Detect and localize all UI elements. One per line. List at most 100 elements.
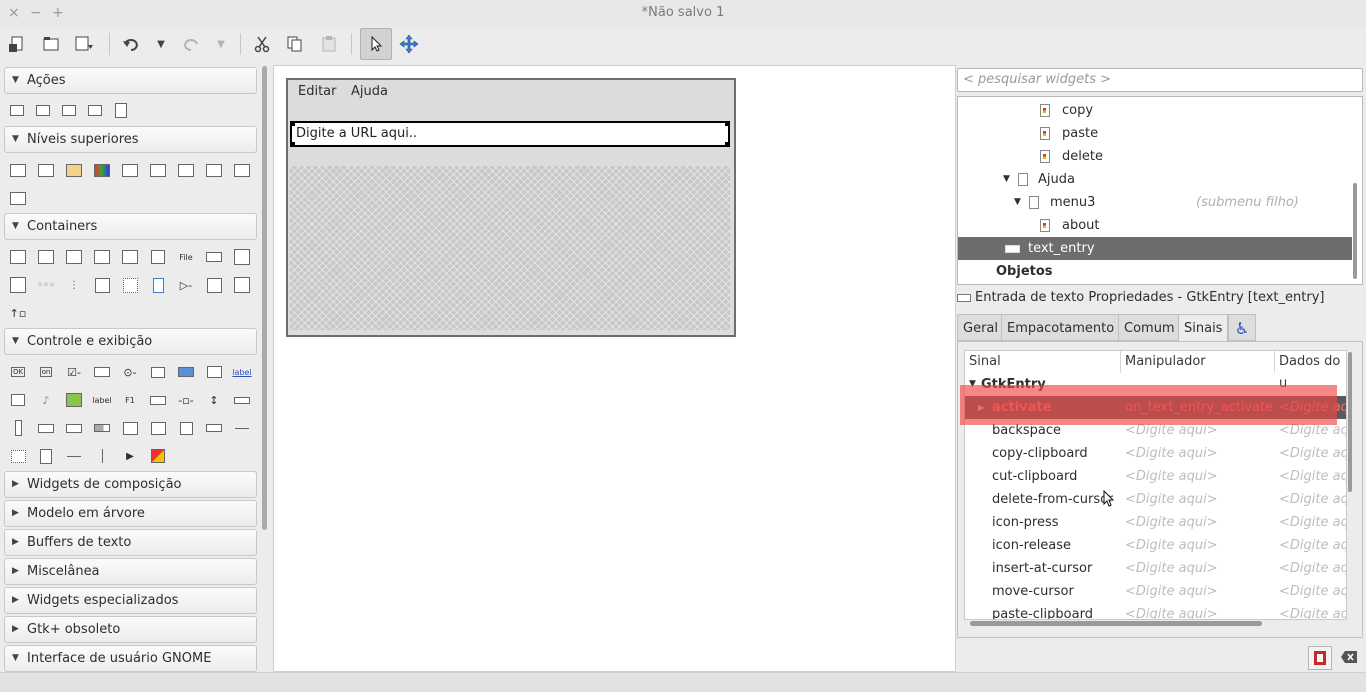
event-box-icon[interactable] [149,277,167,293]
expander-open-icon[interactable]: ▼ [1003,168,1010,191]
toggle-button-icon[interactable]: on [37,364,55,380]
clear-icon[interactable] [1338,646,1360,668]
widget-tree[interactable]: copy paste delete ▼ Ajuda ▼ menu3 (subme… [957,96,1363,285]
alignment-icon[interactable] [205,277,223,293]
text-view-icon[interactable] [121,420,139,436]
action-icon[interactable] [60,102,78,118]
tree-row-delete[interactable]: delete [958,145,1352,168]
new-icon[interactable] [4,31,30,57]
paned-icon[interactable] [233,249,251,265]
file-chooser-icon[interactable]: File [174,249,198,265]
empty-placeholder[interactable] [290,166,730,330]
link-button-icon[interactable]: label [230,364,254,380]
tab-empacotamento[interactable]: Empacotamento [1001,314,1121,341]
signal-row-backspace[interactable]: backspace <Digite aqui> <Digite aq [965,419,1346,442]
calendar-icon[interactable] [9,448,27,464]
save-icon[interactable] [72,31,98,57]
progress-bar-icon[interactable] [93,420,111,436]
signal-row-activate[interactable]: ▶ activate on_text_entry_activate <Digit… [965,396,1346,419]
column-header-dados[interactable]: Dados do u [1275,351,1346,391]
tab-comum[interactable]: Comum [1118,314,1181,341]
signal-row-delete-from-cursor[interactable]: delete-from-cursor <Digite aqui> <Digite a… [965,488,1346,511]
vbox-icon[interactable] [37,249,55,265]
tool-palette-icon[interactable] [37,448,55,464]
copy-icon[interactable] [282,31,308,57]
home-image-icon[interactable] [65,392,83,408]
tree-row-ajuda[interactable]: ▼ Ajuda [958,168,1352,191]
signals-vscrollbar[interactable] [1348,352,1352,492]
open-icon[interactable] [38,31,64,57]
vscale-icon[interactable]: ↕ [205,392,223,408]
arrow-icon[interactable]: ▶ [121,448,139,464]
tree-view-icon[interactable] [149,420,167,436]
palette-category-gnome[interactable]: ▼ Interface de usuário GNOME [4,645,257,672]
status-icon[interactable]: ♪ [37,392,55,408]
layout-icon[interactable] [121,277,139,293]
icon-view-icon[interactable] [177,420,195,436]
signals-hscrollbar[interactable] [970,621,1262,626]
palette-category-buffers[interactable]: ▶ Buffers de texto [4,529,257,556]
action-icon[interactable] [86,102,104,118]
signal-row-insert-at-cursor[interactable]: insert-at-cursor <Digite aqui> <Digite aq [965,557,1346,580]
accel-label-icon[interactable]: F1 [121,392,139,408]
signals-table[interactable]: Sinal Manipulador Dados do u ▼ GtkEntry … [964,350,1347,620]
signal-row-icon-release[interactable]: icon-release <Digite aqui> <Digite aq [965,534,1346,557]
undo-icon[interactable] [118,31,144,57]
about-dialog-icon[interactable] [65,162,83,178]
vbuttonbox-icon[interactable]: ⋮ [65,277,83,293]
vscrollbar-icon[interactable] [9,420,27,436]
frame-icon[interactable] [121,249,139,265]
radio-button-icon[interactable]: ⊙- [121,364,139,380]
hscrollbar-icon[interactable] [233,392,251,408]
statusbar-icon[interactable] [205,420,223,436]
expander-open-icon[interactable]: ▼ [969,373,976,396]
vseparator-icon[interactable] [93,448,111,464]
resize-handle[interactable] [290,142,295,147]
font-dialog-icon[interactable] [149,162,167,178]
vpaned-icon[interactable] [9,277,27,293]
palette-category-composicao[interactable]: ▶ Widgets de composição [4,471,257,498]
signal-row-cut-clipboard[interactable]: cut-clipboard <Digite aqui> <Digite aq [965,465,1346,488]
assistant-icon[interactable] [9,190,27,206]
action-icon[interactable] [34,102,52,118]
tree-row-paste[interactable]: paste [958,122,1352,145]
palette-category-especializados[interactable]: ▶ Widgets especializados [4,587,257,614]
input-dialog-icon[interactable] [177,162,195,178]
menu-editar[interactable]: Editar [298,84,337,99]
palette-category-miscelanea[interactable]: ▶ Miscelânea [4,558,257,585]
handle-box-icon[interactable]: ↑▫ [9,305,27,321]
label-icon[interactable]: label [90,392,114,408]
tree-row-about[interactable]: about [958,214,1352,237]
menu-ajuda[interactable]: Ajuda [351,84,388,99]
hbuttonbox-icon[interactable]: ◦◦◦ [37,277,55,293]
color-button-icon[interactable] [177,364,195,380]
tree-row-text-entry[interactable]: text_entry [958,237,1352,260]
column-header-sinal[interactable]: Sinal [965,351,1121,373]
window-icon[interactable] [9,162,27,178]
fixed-icon[interactable] [149,249,167,265]
resize-handle[interactable] [290,121,295,126]
signal-row-move-cursor[interactable]: move-cursor <Digite aqui> <Digite aq [965,580,1346,603]
palette-category-acoes[interactable]: ▼ Ações [4,67,257,94]
dialog-icon[interactable] [37,162,55,178]
select-pointer-icon[interactable] [360,28,392,60]
file-dialog-icon[interactable] [121,162,139,178]
palette-category-controle-exibicao[interactable]: ▼ Controle e exibição [4,328,257,355]
scrolled-window-icon[interactable] [233,277,251,293]
palette-category-containers[interactable]: ▼ Containers [4,213,257,240]
accessibility-icon[interactable]: ♿ [1228,314,1256,341]
drawing-area-icon[interactable] [149,448,167,464]
widget-search-input[interactable]: < pesquisar widgets > [957,68,1363,92]
palette-scrollbar[interactable] [262,66,267,530]
image-icon[interactable] [9,392,27,408]
spin-button-icon[interactable] [93,364,111,380]
resize-handle[interactable] [725,121,730,126]
message-dialog-icon[interactable] [205,162,223,178]
expander-closed-icon[interactable]: ▶ [978,396,984,419]
viewport-icon[interactable] [93,277,111,293]
action-icon[interactable] [112,102,130,118]
palette-category-obsoleto[interactable]: ▶ Gtk+ obsoleto [4,616,257,643]
expander-open-icon[interactable]: ▼ [1014,191,1021,214]
palette-category-arvore[interactable]: ▶ Modelo em árvore [4,500,257,527]
check-button-icon[interactable]: ☑- [65,364,83,380]
